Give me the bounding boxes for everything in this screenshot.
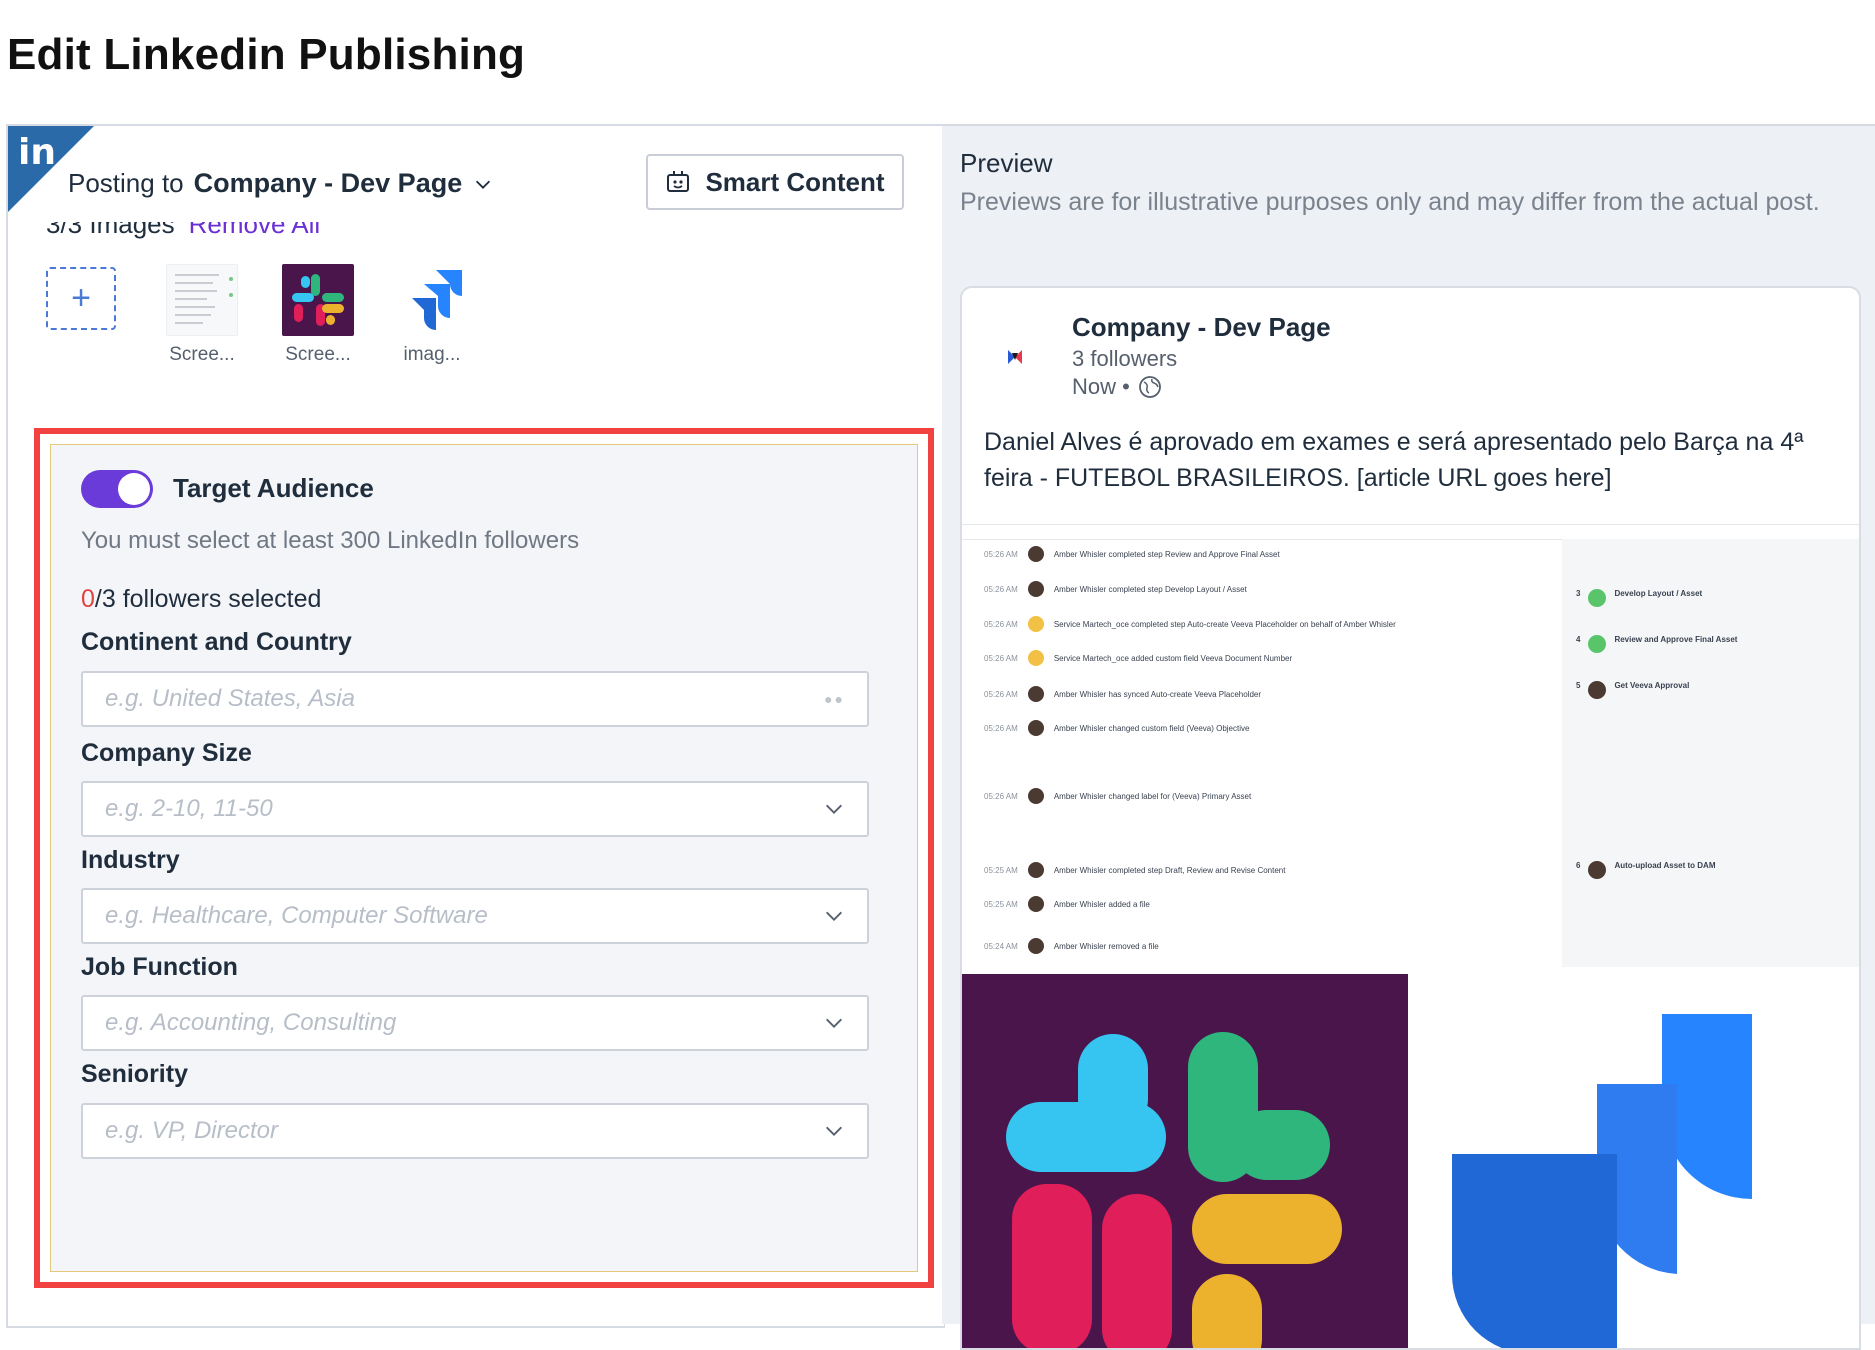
- target-audience-label: Target Audience: [173, 473, 374, 503]
- continent-country-label: Continent and Country: [81, 628, 352, 656]
- workflow-step: 5 Get Veeva Approval: [1576, 681, 1689, 699]
- add-image-button[interactable]: +: [46, 267, 116, 330]
- company-size-select[interactable]: e.g. 2-10, 11-50: [81, 781, 869, 837]
- preview-panel: Preview Previews are for illustrative pu…: [942, 124, 1875, 1350]
- workflow-steps-sidebar: 3 Develop Layout / Asset 4 Review and Appr…: [1562, 539, 1859, 967]
- continent-country-input[interactable]: e.g. United States, Asia ●●: [81, 671, 869, 727]
- activity-row: 05:24 AM Amber Whisler removed a file: [984, 937, 1159, 955]
- thumbnail-caption: imag...: [403, 344, 461, 365]
- slack-logo-icon: [282, 264, 354, 336]
- job-function-select[interactable]: e.g. Accounting, Consulting: [81, 995, 869, 1051]
- audience-requirement-note: You must select at least 300 LinkedIn fo…: [81, 527, 580, 554]
- images-header: 3/3 Images Remove All: [46, 222, 320, 240]
- industry-select[interactable]: e.g. Healthcare, Computer Software: [81, 888, 869, 944]
- industry-label: Industry: [81, 846, 180, 874]
- post-body-text: Daniel Alves é aprovado em exames e será…: [984, 428, 1804, 492]
- preview-disclaimer: Previews are for illustrative purposes o…: [960, 188, 1820, 216]
- smart-content-button[interactable]: Smart Content: [646, 154, 904, 210]
- thumbnail-caption: Scree...: [285, 344, 351, 365]
- posting-target: Company - Dev Page: [193, 168, 463, 198]
- plus-icon: +: [71, 279, 91, 317]
- image-thumbnail[interactable]: Scree...: [152, 264, 252, 366]
- post-time: Now •: [1072, 374, 1162, 400]
- workflow-step: 4 Review and Approve Final Asset: [1576, 635, 1737, 653]
- slack-logo-image: [962, 974, 1408, 1348]
- activity-row: 05:26 AM Amber Whisler changed custom fie…: [984, 719, 1249, 737]
- company-logo-icon: [1008, 350, 1022, 364]
- posting-to-selector[interactable]: Posting to Company - Dev Page: [68, 168, 494, 199]
- chevron-down-icon: [826, 804, 842, 814]
- smart-content-icon: [667, 171, 690, 192]
- target-audience-toggle[interactable]: [81, 470, 153, 508]
- workflow-step: 3 Develop Layout / Asset: [1576, 589, 1702, 607]
- image-thumbnail[interactable]: Scree...: [268, 264, 368, 366]
- activity-row: 05:25 AM Amber Whisler completed step Dra…: [984, 861, 1285, 879]
- globe-icon: [1138, 376, 1161, 398]
- activity-row: 05:26 AM Amber Whisler changed label for …: [984, 787, 1251, 805]
- chevron-down-icon: [826, 911, 842, 921]
- screenshot-thumbnail-icon: [166, 264, 238, 336]
- target-audience-section: Target Audience You must select at least…: [34, 428, 934, 1288]
- company-size-label: Company Size: [81, 739, 252, 767]
- preview-title: Preview: [960, 148, 1053, 178]
- activity-row: 05:26 AM Service Martech_oce completed st…: [984, 615, 1396, 633]
- smart-content-label: Smart Content: [705, 166, 885, 197]
- company-name: Company - Dev Page: [1072, 312, 1331, 342]
- job-function-label: Job Function: [81, 953, 238, 981]
- image-thumbnail[interactable]: imag...: [382, 264, 482, 366]
- seniority-select[interactable]: e.g. VP, Director: [81, 1103, 869, 1159]
- workflow-step: 6 Auto-upload Asset to DAM: [1576, 861, 1715, 879]
- activity-row: 05:26 AM Amber Whisler has synced Auto-cr…: [984, 685, 1261, 703]
- chevron-down-icon: [826, 1018, 842, 1028]
- linkedin-icon: in: [18, 132, 56, 173]
- page-title: Edit Linkedin Publishing: [7, 30, 526, 79]
- posting-prefix: Posting to: [68, 168, 184, 198]
- images-count: 3/3 Images: [46, 222, 175, 239]
- post-preview-card: Company - Dev Page 3 followers Now • Dan…: [960, 286, 1861, 1350]
- editor-panel: in Posting to Company - Dev Page Smart C…: [6, 124, 945, 1328]
- chevron-down-icon: [826, 1126, 842, 1136]
- thumbnail-caption: Scree...: [169, 344, 235, 365]
- activity-row: 05:26 AM Amber Whisler completed step Rev…: [984, 545, 1280, 563]
- chevron-down-icon: [476, 180, 491, 189]
- activity-row: 05:26 AM Service Martech_oce added custom…: [984, 649, 1292, 667]
- followers-selected-count: 0/3 followers selected: [81, 585, 322, 613]
- activity-row: 05:26 AM Amber Whisler completed step Dev…: [984, 580, 1247, 598]
- jira-logo-icon: [396, 264, 468, 336]
- seniority-label: Seniority: [81, 1060, 188, 1088]
- activity-row: 05:25 AM Amber Whisler added a file: [984, 895, 1150, 913]
- follower-count: 3 followers: [1072, 346, 1178, 371]
- remove-all-link[interactable]: Remove All: [189, 222, 321, 239]
- tags-indicator-icon: ●●: [824, 691, 845, 707]
- attached-screenshot-image: 05:26 AM Amber Whisler completed step Rev…: [962, 524, 1859, 967]
- jira-logo-image: [1412, 974, 1859, 1348]
